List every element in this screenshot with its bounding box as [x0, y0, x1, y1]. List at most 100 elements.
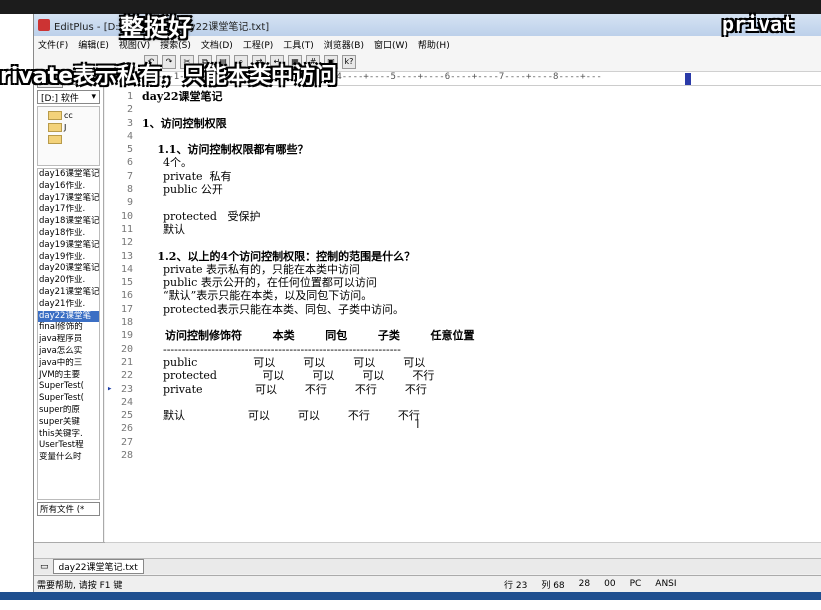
file-list-item[interactable]: day18课堂笔记 — [38, 216, 99, 228]
code-line[interactable]: 默认 可以 可以 不行 不行 — [142, 409, 821, 422]
code-line[interactable]: public 可以 可以 可以 可以 — [142, 356, 821, 369]
menu-help[interactable]: 帮助(H) — [418, 38, 450, 51]
code-line[interactable]: 1.2、以上的4个访问控制权限：控制的范围是什么？ — [142, 250, 821, 263]
file-list-item[interactable]: UserTest程 — [38, 440, 99, 452]
line-number: 1 — [126, 91, 133, 102]
folder-item[interactable] — [48, 135, 89, 144]
code-line[interactable]: ----------------------------------------… — [142, 343, 821, 356]
code-line[interactable]: private 表示私有的，只能在本类中访问 — [142, 263, 821, 276]
line-number: 14 — [120, 263, 133, 275]
editor-pane[interactable]: ----+----1----+----2----+----3----+----4… — [105, 72, 821, 542]
line-number: 16 — [120, 290, 133, 302]
horizontal-scrollbar[interactable] — [105, 542, 821, 558]
line-number: 19 — [120, 330, 133, 342]
line-number: 6 — [126, 157, 133, 169]
code-line[interactable]: protected 受保护 — [142, 210, 821, 223]
file-list: day16课堂笔记 day16作业. day17课堂笔记 day17作业. day18课… — [37, 168, 100, 500]
menu-tools[interactable]: 工具(T) — [283, 38, 314, 51]
code-line[interactable]: “默认”表示只能在本类，以及同包下访问。 — [142, 289, 821, 302]
document-icon: ▭ — [40, 561, 49, 572]
help-cursor-icon[interactable]: k? — [342, 54, 356, 69]
line-number: 17 — [120, 303, 133, 315]
code-line[interactable] — [142, 196, 821, 209]
status-n1: 28 — [578, 579, 591, 589]
code-line[interactable] — [142, 236, 821, 249]
file-list-item[interactable]: super的原 — [38, 405, 99, 417]
file-list-item[interactable]: JVM的主要 — [38, 370, 99, 382]
drive-value: [D:] 软件 — [41, 93, 79, 104]
app-icon — [38, 19, 50, 31]
chevron-down-icon: ▾ — [91, 92, 96, 102]
file-list-item[interactable]: day21课堂笔记 — [38, 287, 99, 299]
menu-document[interactable]: 文档(D) — [201, 38, 233, 51]
menu-browser[interactable]: 浏览器(B) — [324, 38, 364, 51]
line-number: 25 — [120, 410, 133, 422]
file-list-item[interactable]: day18作业. — [38, 228, 99, 240]
status-mode: PC — [629, 579, 642, 589]
drive-select[interactable]: [D:] 软件 ▾ — [37, 90, 100, 104]
folder-item[interactable]: cc — [48, 111, 89, 120]
line-number: 4 — [126, 130, 133, 142]
code-line[interactable] — [142, 422, 821, 435]
file-list-item[interactable]: day21作业. — [38, 299, 99, 311]
file-list-item[interactable]: day22课堂笔 — [38, 310, 99, 323]
file-list-item[interactable]: super关键 — [38, 417, 99, 429]
folder-icon — [48, 135, 62, 144]
file-list-item[interactable]: java中的三 — [38, 358, 99, 370]
file-list-item[interactable]: java怎么实 — [38, 346, 99, 358]
file-list-item[interactable]: day17作业. — [38, 204, 99, 216]
bottom-blue-bar — [0, 592, 821, 600]
folder-label: cc — [64, 111, 73, 120]
menu-window[interactable]: 窗口(W) — [374, 38, 408, 51]
file-list-item[interactable]: day17课堂笔记 — [38, 193, 99, 205]
menu-project[interactable]: 工程(P) — [243, 38, 273, 51]
file-list-item[interactable]: day16作业. — [38, 181, 99, 193]
code-line[interactable] — [142, 130, 821, 143]
code-text[interactable]: day22课堂笔记 1、访问控制权限 1.1、访问控制权限都有哪些？ 4个。 pr… — [142, 90, 821, 462]
folder-item[interactable]: J — [48, 123, 89, 132]
status-help: 需要帮助, 请按 F1 键 — [37, 580, 123, 591]
file-list-item[interactable]: SuperTest( — [38, 393, 99, 405]
folder-icon — [48, 111, 62, 120]
line-number: 28 — [120, 450, 133, 462]
code-line[interactable]: 1.1、访问控制权限都有哪些？ — [142, 143, 821, 156]
line-number: 3 — [126, 117, 133, 129]
line-number: 26 — [120, 423, 133, 435]
code-line[interactable]: day22课堂笔记 — [142, 90, 821, 103]
code-line[interactable]: protected 可以 可以 可以 不行 — [142, 369, 821, 382]
file-list-item[interactable]: final修饰的 — [38, 322, 99, 334]
code-line[interactable]: 1、访问控制权限 — [142, 117, 821, 130]
code-line[interactable] — [142, 436, 821, 449]
line-number: 15 — [120, 277, 133, 289]
line-number: 2 — [126, 104, 133, 116]
file-list-item[interactable]: day20课堂笔记 — [38, 263, 99, 275]
doc-tab-day22[interactable]: day22课堂笔记.txt — [52, 559, 144, 574]
file-list-item[interactable]: java程序员 — [38, 334, 99, 346]
code-line[interactable] — [142, 316, 821, 329]
code-line[interactable] — [142, 396, 821, 409]
file-list-item[interactable]: 变量什么时 — [38, 452, 99, 464]
file-list-item[interactable]: SuperTest( — [38, 381, 99, 393]
status-encoding: ANSI — [655, 579, 677, 589]
menu-file[interactable]: 文件(F) — [38, 38, 68, 51]
code-line[interactable]: private 私有 — [142, 170, 821, 183]
menu-edit[interactable]: 编辑(E) — [78, 38, 109, 51]
file-list-item[interactable]: day20作业. — [38, 275, 99, 287]
file-list-item[interactable]: day19作业. — [38, 252, 99, 264]
file-list-item[interactable]: day19课堂笔记 — [38, 240, 99, 252]
code-line[interactable]: protected表示只能在本类、同包、子类中访问。 — [142, 303, 821, 316]
file-list-item[interactable]: this关键字. — [38, 429, 99, 441]
code-line[interactable]: 默认 — [142, 223, 821, 236]
code-line[interactable] — [142, 103, 821, 116]
code-line[interactable]: public 表示公开的，在任何位置都可以访问 — [142, 276, 821, 289]
code-line[interactable] — [142, 449, 821, 462]
code-line[interactable]: 访问控制修饰符 本类 同包 子类 任意位置 — [142, 329, 821, 342]
file-list-item[interactable]: day16课堂笔记 — [38, 169, 99, 181]
code-line[interactable]: 4个。 — [142, 156, 821, 169]
file-filter-select[interactable]: 所有文件 (* — [37, 502, 100, 516]
status-n2: 00 — [604, 579, 616, 589]
folder-tree: cc J — [37, 106, 100, 166]
code-line[interactable]: private 可以 不行 不行 不行 — [142, 383, 821, 396]
document-tabs: ▭ day22课堂笔记.txt — [34, 558, 821, 574]
code-line[interactable]: public 公开 — [142, 183, 821, 196]
